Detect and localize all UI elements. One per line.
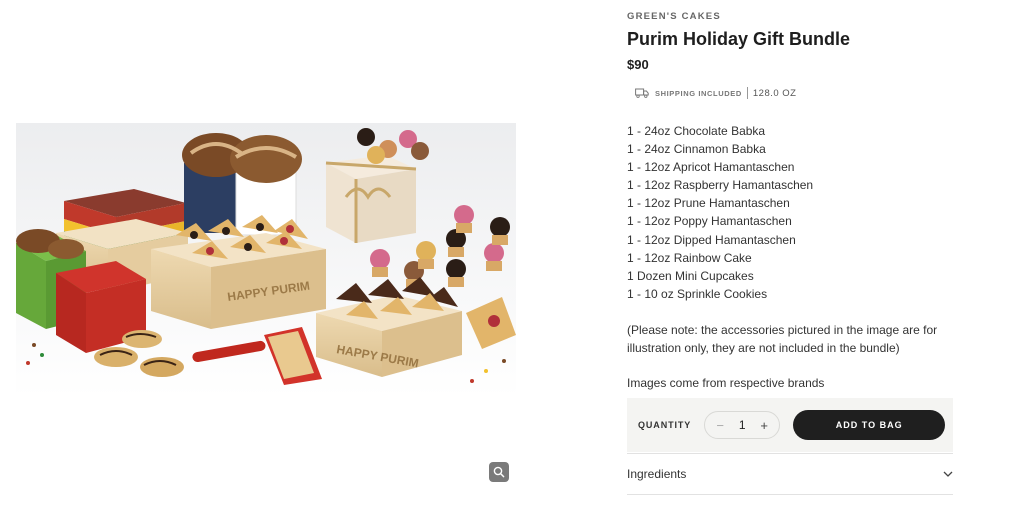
list-item: 1 - 24oz Chocolate Babka (627, 124, 766, 138)
list-item: 1 - 12oz Poppy Hamantaschen (627, 214, 792, 229)
list-item: 1 - 10 oz Sprinkle Cookies (627, 286, 768, 301)
bundle-contents-list: 1 - 24oz Chocolate Babka 1 - 24oz Cinnam… (627, 122, 813, 303)
quantity-label: QUANTITY (638, 420, 692, 430)
product-weight: 128.0 OZ (752, 87, 797, 99)
decrease-quantity-button[interactable]: − (714, 418, 726, 433)
ingredients-accordion[interactable]: Ingredients (627, 454, 953, 494)
chevron-down-icon (943, 471, 953, 477)
meta-divider (746, 87, 748, 99)
product-image: HAPPY PURIM HAPPY PURIM (16, 123, 516, 397)
divider (627, 494, 953, 495)
add-to-bag-button[interactable]: ADD TO BAG (793, 410, 946, 440)
ingredients-label: Ingredients (627, 467, 687, 481)
list-item: 1 Dozen Mini Cupcakes (627, 268, 754, 283)
list-item: 1 - 12oz Apricot Hamantaschen (627, 160, 795, 175)
list-item: 1 - 12oz Dipped Hamantaschen (627, 232, 796, 247)
increase-quantity-button[interactable]: + (758, 418, 770, 433)
purchase-panel: QUANTITY − 1 + ADD TO BAG (627, 398, 953, 452)
truck-icon (635, 88, 649, 98)
product-title: Purim Holiday Gift Bundle (627, 29, 851, 49)
quantity-value[interactable]: 1 (739, 418, 746, 432)
zoom-button[interactable] (489, 462, 509, 482)
accessories-note: (Please note: the accessories pictured i… (627, 323, 938, 355)
shipping-included-label: SHIPPING INCLUDED (655, 88, 742, 98)
brand-link[interactable]: GREEN'S CAKES (627, 11, 721, 22)
product-price: $90 (627, 57, 649, 72)
list-item: 1 - 12oz Prune Hamantaschen (627, 196, 790, 211)
shipping-meta: SHIPPING INCLUDED 128.0 OZ (635, 86, 796, 100)
list-item: 1 - 12oz Raspberry Hamantaschen (627, 178, 814, 193)
product-gallery: HAPPY PURIM HAPPY PURIM (0, 0, 600, 515)
list-item: 1 - 24oz Cinnamon Babka (627, 142, 766, 157)
magnifier-icon (493, 466, 505, 478)
images-note: Images come from respective brands (627, 376, 825, 390)
list-item: 1 - 12oz Rainbow Cake (627, 250, 752, 265)
quantity-stepper[interactable]: − 1 + (704, 411, 781, 439)
